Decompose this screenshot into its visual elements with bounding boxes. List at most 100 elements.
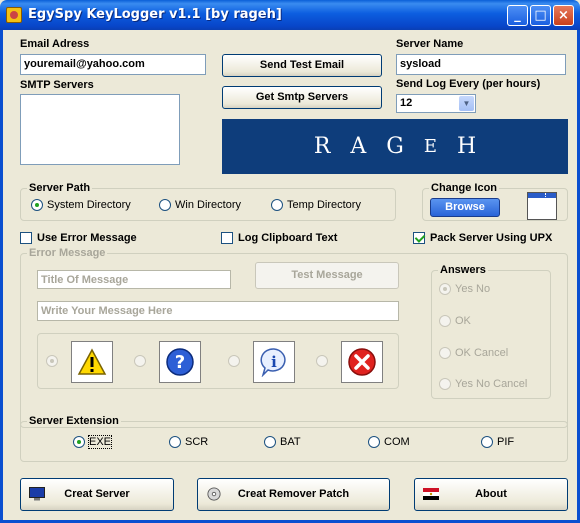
error-message-legend: Error Message (27, 247, 108, 259)
radio-answer-yes-no-cancel[interactable]: Yes No Cancel (439, 378, 527, 390)
warning-icon-frame[interactable] (71, 341, 113, 383)
question-icon-frame[interactable]: ? (159, 341, 201, 383)
banner-letter: R (313, 134, 331, 159)
checkbox-box[interactable] (221, 232, 233, 244)
radio-ext-bat[interactable]: BAT (264, 436, 301, 448)
info-icon: i (260, 348, 286, 377)
radio-temp-directory[interactable]: Temp Directory (271, 199, 361, 211)
minimize-button[interactable]: _ (507, 5, 528, 26)
radio-dot[interactable] (73, 436, 85, 448)
pack-upx-checkbox[interactable]: Pack Server Using UPX (413, 232, 552, 244)
question-icon: ? (166, 348, 194, 376)
create-remover-patch-button[interactable]: Creat Remover Patch (197, 478, 390, 511)
message-icon-group: ? i (37, 333, 399, 389)
send-test-email-button[interactable]: Send Test Email (222, 54, 382, 77)
radio-dot[interactable] (46, 355, 58, 367)
main-window: Email Adress youremail@yahoo.com SMTP Se… (0, 30, 580, 523)
browse-button[interactable]: Browse (430, 198, 500, 217)
radio-answer-ok-cancel[interactable]: OK Cancel (439, 347, 508, 359)
send-log-value: 12 (400, 97, 413, 109)
radio-dot[interactable] (316, 355, 328, 367)
radio-dot[interactable] (439, 378, 451, 390)
radio-dot[interactable] (264, 436, 276, 448)
create-server-button[interactable]: Creat Server (20, 478, 174, 511)
get-smtp-servers-button[interactable]: Get Smtp Servers (222, 86, 382, 109)
radio-dot[interactable] (481, 436, 493, 448)
radio-dot[interactable] (368, 436, 380, 448)
warning-icon (77, 348, 107, 375)
log-clipboard-checkbox[interactable]: Log Clipboard Text (221, 232, 337, 244)
radio-ext-exe[interactable]: EXE (73, 435, 113, 449)
radio-system-directory[interactable]: System Directory (31, 199, 131, 211)
answers-group: Answers Yes No OK OK Cancel Yes No Cance… (431, 264, 551, 399)
change-icon-legend: Change Icon (429, 182, 500, 194)
radio-label: COM (384, 436, 410, 448)
app-icon (6, 7, 22, 23)
server-extension-legend: Server Extension (27, 415, 121, 427)
use-error-message-checkbox[interactable]: Use Error Message (20, 232, 137, 244)
svg-text:i: i (271, 353, 277, 371)
banner-letter: E (423, 136, 437, 157)
radio-label: OK (455, 315, 471, 327)
error-message-group: Error Message Title Of Message Test Mess… (20, 247, 568, 428)
message-title-field[interactable]: Title Of Message (37, 270, 231, 289)
radio-label: Yes No Cancel (455, 378, 528, 390)
server-path-group: Server Path System Directory Win Directo… (20, 182, 396, 221)
radio-label: EXE (87, 435, 113, 449)
about-button[interactable]: About (414, 478, 568, 511)
radio-dot[interactable] (228, 355, 240, 367)
banner-letter: G (386, 134, 404, 159)
radio-ext-scr[interactable]: SCR (169, 436, 208, 448)
answers-legend: Answers (438, 264, 488, 276)
radio-win-directory[interactable]: Win Directory (159, 199, 241, 211)
chevron-down-icon[interactable]: ▼ (459, 96, 474, 111)
egypt-flag-icon (423, 488, 439, 500)
checkbox-label: Use Error Message (37, 232, 137, 244)
create-server-label: Creat Server (64, 488, 130, 500)
radio-ext-pif[interactable]: PIF (481, 436, 514, 448)
email-field[interactable]: youremail@yahoo.com (20, 54, 206, 75)
server-name-label: Server Name (396, 38, 464, 50)
radio-dot[interactable] (439, 347, 451, 359)
create-remover-label: Creat Remover Patch (237, 488, 350, 500)
radio-dot[interactable] (134, 355, 146, 367)
error-icon-frame[interactable] (341, 341, 383, 383)
radio-dot[interactable] (271, 199, 283, 211)
disc-icon (207, 487, 221, 501)
smtp-servers-list[interactable] (20, 94, 180, 165)
radio-ext-com[interactable]: COM (368, 436, 410, 448)
about-label: About (475, 488, 507, 500)
banner-letter: H (457, 134, 477, 159)
radio-warning-icon[interactable] (46, 355, 58, 367)
radio-label: SCR (185, 436, 209, 448)
window-title: EgySpy KeyLogger v1.1 [by rageh] (28, 7, 282, 22)
radio-label: BAT (280, 436, 301, 448)
server-path-legend: Server Path (27, 182, 93, 194)
radio-dot[interactable] (31, 199, 43, 211)
checkbox-label: Log Clipboard Text (238, 232, 338, 244)
radio-dot[interactable] (439, 283, 451, 295)
smtp-label: SMTP Servers (20, 79, 94, 91)
monitor-icon (29, 487, 45, 501)
radio-answer-ok[interactable]: OK (439, 315, 471, 327)
checkbox-box[interactable] (20, 232, 32, 244)
info-icon-frame[interactable]: i (253, 341, 295, 383)
checkbox-box[interactable] (413, 232, 425, 244)
radio-question-icon[interactable] (134, 355, 146, 367)
radio-dot[interactable] (439, 315, 451, 327)
maximize-button[interactable]: □ (530, 5, 551, 26)
radio-dot[interactable] (169, 436, 181, 448)
title-bar: EgySpy KeyLogger v1.1 [by rageh] _ □ × (0, 0, 580, 30)
window-icon-preview (527, 192, 557, 220)
radio-answer-yes-no[interactable]: Yes No (439, 283, 490, 295)
test-message-button[interactable]: Test Message (255, 262, 399, 289)
message-body-field[interactable]: Write Your Message Here (37, 301, 399, 321)
radio-dot[interactable] (159, 199, 171, 211)
radio-info-icon[interactable] (228, 355, 240, 367)
close-button[interactable]: × (553, 5, 574, 26)
send-log-select[interactable]: 12 ▼ (396, 94, 476, 113)
radio-label: System Directory (47, 199, 131, 211)
server-name-field[interactable]: sysload (396, 54, 566, 75)
checkbox-label: Pack Server Using UPX (430, 232, 553, 244)
radio-error-icon[interactable] (316, 355, 328, 367)
